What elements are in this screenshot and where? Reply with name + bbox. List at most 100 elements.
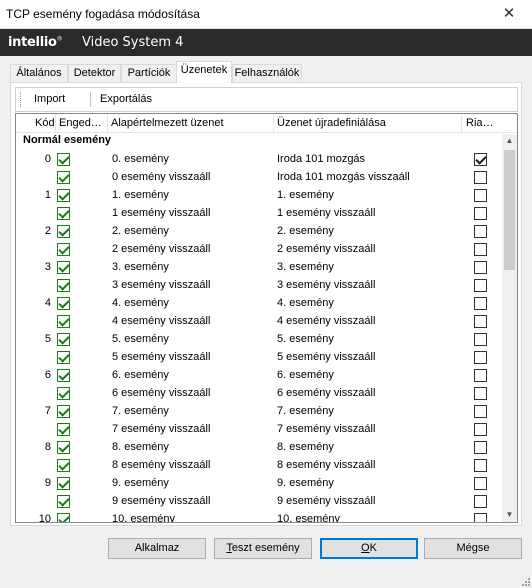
row-redefined-message[interactable]: 7. esemény: [277, 405, 334, 417]
enabled-checkbox[interactable]: [57, 513, 70, 522]
export-button[interactable]: Exportálás: [100, 93, 152, 105]
enabled-checkbox[interactable]: [57, 369, 70, 382]
enabled-checkbox[interactable]: [57, 261, 70, 274]
table-row[interactable]: 3 esemény visszaáll 3 esemény visszaáll: [16, 277, 502, 295]
alarm-checkbox[interactable]: [474, 369, 487, 382]
table-row[interactable]: 5 esemény visszaáll 5 esemény visszaáll: [16, 349, 502, 367]
table-row[interactable]: 7 esemény visszaáll 7 esemény visszaáll: [16, 421, 502, 439]
row-redefined-message[interactable]: 6. esemény: [277, 369, 334, 381]
row-redefined-message[interactable]: 1. esemény: [277, 189, 334, 201]
alarm-checkbox[interactable]: [474, 423, 487, 436]
close-icon[interactable]: ✕: [486, 0, 532, 29]
scroll-up-icon[interactable]: ▲: [502, 134, 517, 148]
enabled-checkbox[interactable]: [57, 495, 70, 508]
row-redefined-message[interactable]: 4. esemény: [277, 297, 334, 309]
enabled-checkbox[interactable]: [57, 405, 70, 418]
row-redefined-message[interactable]: 9 esemény visszaáll: [277, 495, 375, 507]
tab-uzenetek[interactable]: Üzenetek: [176, 61, 232, 83]
table-row[interactable]: 6 esemény visszaáll 6 esemény visszaáll: [16, 385, 502, 403]
tab-felhasznalok[interactable]: Felhasználók: [232, 64, 302, 83]
col-ria[interactable]: Ria…: [466, 117, 494, 129]
table-row[interactable]: 7 7. esemény 7. esemény: [16, 403, 502, 421]
tab-detektor[interactable]: Detektor: [68, 64, 121, 83]
alarm-checkbox[interactable]: [474, 297, 487, 310]
table-row[interactable]: 1 esemény visszaáll 1 esemény visszaáll: [16, 205, 502, 223]
tab-particiok[interactable]: Partíciók: [121, 64, 177, 83]
alarm-checkbox[interactable]: [474, 171, 487, 184]
alarm-checkbox[interactable]: [474, 189, 487, 202]
row-redefined-message[interactable]: 2. esemény: [277, 225, 334, 237]
row-redefined-message[interactable]: 4 esemény visszaáll: [277, 315, 375, 327]
row-redefined-message[interactable]: 5. esemény: [277, 333, 334, 345]
tab-altalanos[interactable]: Általános: [10, 64, 68, 83]
alarm-checkbox[interactable]: [474, 351, 487, 364]
table-row[interactable]: 2 esemény visszaáll 2 esemény visszaáll: [16, 241, 502, 259]
alarm-checkbox[interactable]: [474, 495, 487, 508]
enabled-checkbox[interactable]: [57, 279, 70, 292]
alarm-checkbox[interactable]: [474, 207, 487, 220]
scroll-down-icon[interactable]: ▼: [502, 508, 517, 522]
row-redefined-message[interactable]: Iroda 101 mozgás: [277, 153, 365, 165]
ok-button[interactable]: OK: [320, 538, 418, 559]
enabled-checkbox[interactable]: [57, 315, 70, 328]
table-row[interactable]: 8 esemény visszaáll 8 esemény visszaáll: [16, 457, 502, 475]
enabled-checkbox[interactable]: [57, 333, 70, 346]
row-redefined-message[interactable]: Iroda 101 mozgás visszaáll: [277, 171, 410, 183]
enabled-checkbox[interactable]: [57, 477, 70, 490]
col-enged[interactable]: Enged…: [59, 117, 102, 129]
enabled-checkbox[interactable]: [57, 171, 70, 184]
cancel-button[interactable]: Mégse: [424, 538, 522, 559]
table-row[interactable]: 2 2. esemény 2. esemény: [16, 223, 502, 241]
row-redefined-message[interactable]: 9. esemény: [277, 477, 334, 489]
table-row[interactable]: 9 9. esemény 9. esemény: [16, 475, 502, 493]
alarm-checkbox[interactable]: [474, 441, 487, 454]
alarm-checkbox[interactable]: [474, 477, 487, 490]
test-event-button[interactable]: Teszt esemény: [214, 538, 312, 559]
table-row[interactable]: 9 esemény visszaáll 9 esemény visszaáll: [16, 493, 502, 511]
alarm-checkbox[interactable]: [474, 459, 487, 472]
row-redefined-message[interactable]: 1 esemény visszaáll: [277, 207, 375, 219]
table-row[interactable]: 0 esemény visszaáll Iroda 101 mozgás viss…: [16, 169, 502, 187]
row-redefined-message[interactable]: 3 esemény visszaáll: [277, 279, 375, 291]
apply-button[interactable]: Alkalmaz: [108, 538, 206, 559]
enabled-checkbox[interactable]: [57, 225, 70, 238]
table-row[interactable]: 4 4. esemény 4. esemény: [16, 295, 502, 313]
resize-grip[interactable]: [520, 576, 530, 586]
alarm-checkbox[interactable]: [474, 387, 487, 400]
vertical-scrollbar[interactable]: ▲ ▼: [502, 134, 517, 522]
col-redef[interactable]: Üzenet újradefiniálása: [277, 117, 386, 129]
enabled-checkbox[interactable]: [57, 441, 70, 454]
table-row[interactable]: 3 3. esemény 3. esemény: [16, 259, 502, 277]
table-row[interactable]: 0 0. esemény Iroda 101 mozgás: [16, 151, 502, 169]
row-redefined-message[interactable]: 3. esemény: [277, 261, 334, 273]
table-row[interactable]: 8 8. esemény 8. esemény: [16, 439, 502, 457]
row-redefined-message[interactable]: 7 esemény visszaáll: [277, 423, 375, 435]
enabled-checkbox[interactable]: [57, 387, 70, 400]
scrollbar-thumb[interactable]: [504, 150, 515, 270]
row-redefined-message[interactable]: 8 esemény visszaáll: [277, 459, 375, 471]
table-row[interactable]: 5 5. esemény 5. esemény: [16, 331, 502, 349]
enabled-checkbox[interactable]: [57, 459, 70, 472]
alarm-checkbox[interactable]: [474, 513, 487, 522]
enabled-checkbox[interactable]: [57, 297, 70, 310]
enabled-checkbox[interactable]: [57, 207, 70, 220]
row-redefined-message[interactable]: 2 esemény visszaáll: [277, 243, 375, 255]
row-redefined-message[interactable]: 5 esemény visszaáll: [277, 351, 375, 363]
col-kod[interactable]: Kód: [35, 117, 55, 129]
table-row[interactable]: 10 10. esemény 10. esemény: [16, 511, 502, 522]
row-redefined-message[interactable]: 8. esemény: [277, 441, 334, 453]
enabled-checkbox[interactable]: [57, 351, 70, 364]
enabled-checkbox[interactable]: [57, 243, 70, 256]
alarm-checkbox[interactable]: [474, 243, 487, 256]
alarm-checkbox[interactable]: [474, 405, 487, 418]
table-row[interactable]: 4 esemény visszaáll 4 esemény visszaáll: [16, 313, 502, 331]
alarm-checkbox[interactable]: [474, 315, 487, 328]
toolbar-grip[interactable]: [20, 92, 21, 107]
table-row[interactable]: 1 1. esemény 1. esemény: [16, 187, 502, 205]
alarm-checkbox[interactable]: [474, 279, 487, 292]
enabled-checkbox[interactable]: [57, 423, 70, 436]
table-row[interactable]: 6 6. esemény 6. esemény: [16, 367, 502, 385]
alarm-checkbox[interactable]: [474, 333, 487, 346]
col-default-msg[interactable]: Alapértelmezett üzenet: [111, 117, 224, 129]
enabled-checkbox[interactable]: [57, 153, 70, 166]
